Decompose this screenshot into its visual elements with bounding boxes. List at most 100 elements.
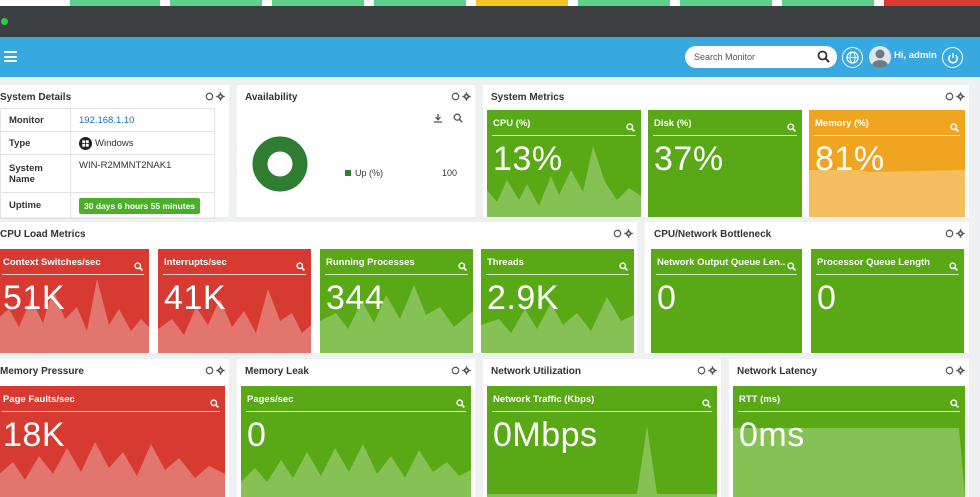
tile-value: 0 xyxy=(817,279,837,317)
gear-icon[interactable] xyxy=(956,92,965,101)
search-icon[interactable] xyxy=(817,50,830,68)
availability-panel: Availability Up (%) 100 xyxy=(237,85,475,217)
tile-divider xyxy=(653,135,797,136)
tile-value: 37% xyxy=(654,140,724,178)
tile-label: Network Traffic (Kbps) xyxy=(493,394,595,405)
tile-divider xyxy=(246,411,466,412)
panel-tools xyxy=(945,366,965,375)
hamburger-icon[interactable] xyxy=(4,51,17,62)
system-details-panel: System Details Monitor 192.168.1.10 Type… xyxy=(0,85,229,219)
interrupts-tile[interactable]: Interrupts/sec 41K xyxy=(158,249,311,353)
app-window: Hi, admin System Details Monitor 192.168… xyxy=(0,0,980,497)
memory-pressure-panel: Memory Pressure Page Faults/sec 18K xyxy=(0,359,229,497)
panel-title: Memory Leak xyxy=(245,366,309,377)
tile-value: 18K xyxy=(3,416,65,454)
tile-value: 0ms xyxy=(739,416,805,454)
status-dot xyxy=(1,18,8,25)
tile-label: Threads xyxy=(487,257,524,268)
refresh-icon[interactable] xyxy=(451,92,460,101)
network-output-queue-tile[interactable]: Network Output Queue Len... 0 xyxy=(651,249,802,353)
legend-value: 100 xyxy=(442,168,458,178)
windows-logo-icon xyxy=(79,136,92,150)
refresh-icon[interactable] xyxy=(451,366,460,375)
gear-icon[interactable] xyxy=(216,92,225,101)
user-greeting[interactable]: Hi, admin xyxy=(894,50,937,61)
tile-label: Disk (%) xyxy=(654,118,692,129)
tile-divider xyxy=(814,135,960,136)
search-monitor-box xyxy=(685,46,837,68)
refresh-icon[interactable] xyxy=(945,229,954,238)
row-key: Monitor xyxy=(0,108,71,132)
table-row: System Name WIN-R2MMNT2NAK1 xyxy=(0,154,215,193)
threads-tile[interactable]: Threads 2.9K xyxy=(481,249,634,353)
panel-tools xyxy=(945,229,965,238)
bottleneck-panel: CPU/Network Bottleneck Network Output Qu… xyxy=(645,222,969,353)
rtt-tile[interactable]: RTT (ms) 0ms xyxy=(733,386,965,497)
legend-label: Up (%) xyxy=(355,168,384,178)
table-row: Uptime 30 days 6 hours 55 minutes xyxy=(0,192,215,219)
tile-value: 344 xyxy=(326,279,385,317)
cpu-tile[interactable]: CPU (%) 13% xyxy=(487,110,641,217)
tile-value: 51K xyxy=(3,279,65,317)
tile-divider xyxy=(486,274,629,275)
table-row: Type Windows xyxy=(0,131,215,155)
row-value: 30 days 6 hours 55 minutes xyxy=(70,192,215,219)
row-key: Type xyxy=(0,131,71,155)
processor-queue-tile[interactable]: Processor Queue Length 0 xyxy=(811,249,964,353)
refresh-icon[interactable] xyxy=(205,366,214,375)
search-icon[interactable] xyxy=(453,113,463,123)
tile-label: Running Processes xyxy=(326,257,415,268)
panel-title: System Metrics xyxy=(491,92,565,103)
globe-icon[interactable] xyxy=(842,47,863,68)
dashboard-content: System Details Monitor 192.168.1.10 Type… xyxy=(0,77,980,497)
tile-divider xyxy=(492,135,636,136)
gear-icon[interactable] xyxy=(462,92,471,101)
gear-icon[interactable] xyxy=(956,229,965,238)
tile-value: 81% xyxy=(815,140,885,178)
refresh-icon[interactable] xyxy=(945,92,954,101)
search-monitor-input[interactable] xyxy=(694,49,812,65)
tile-label: Processor Queue Length xyxy=(817,257,930,268)
memory-leak-panel: Memory Leak Pages/sec 0 xyxy=(237,359,475,497)
gear-icon[interactable] xyxy=(462,366,471,375)
panel-tools xyxy=(451,366,471,375)
network-traffic-tile[interactable]: Network Traffic (Kbps) 0Mbps xyxy=(487,386,717,497)
monitor-ip[interactable]: 192.168.1.10 xyxy=(79,115,134,126)
tile-divider xyxy=(816,274,959,275)
panel-title: CPU Load Metrics xyxy=(0,229,86,240)
context-switches-tile[interactable]: Context Switches/sec 51K xyxy=(0,249,149,353)
panel-tools xyxy=(451,92,471,101)
disk-tile[interactable]: Disk (%) 37% xyxy=(648,110,802,217)
tile-value: 13% xyxy=(493,140,563,178)
tile-value: 0 xyxy=(657,279,677,317)
tile-divider xyxy=(325,274,468,275)
tile-value: 0Mbps xyxy=(493,416,598,454)
memory-tile[interactable]: Memory (%) 81% xyxy=(809,110,965,217)
page-faults-tile[interactable]: Page Faults/sec 18K xyxy=(0,386,225,497)
refresh-icon[interactable] xyxy=(945,366,954,375)
monitor-link[interactable]: 192.168.1.10 xyxy=(70,108,215,132)
tile-value: 41K xyxy=(164,279,226,317)
tile-label: CPU (%) xyxy=(493,118,531,129)
gear-icon[interactable] xyxy=(956,366,965,375)
network-latency-panel: Network Latency RTT (ms) 0ms xyxy=(729,359,969,497)
tile-divider xyxy=(2,411,220,412)
os-type: Windows xyxy=(95,137,134,149)
avatar[interactable] xyxy=(869,46,891,68)
running-processes-tile[interactable]: Running Processes 344 xyxy=(320,249,473,353)
power-icon[interactable] xyxy=(942,47,963,68)
gear-icon[interactable] xyxy=(216,366,225,375)
tile-divider xyxy=(163,274,306,275)
panel-title: Availability xyxy=(245,92,298,103)
pages-per-sec-tile[interactable]: Pages/sec 0 xyxy=(241,386,471,497)
gear-icon[interactable] xyxy=(708,366,717,375)
refresh-icon[interactable] xyxy=(205,92,214,101)
tile-divider xyxy=(2,274,144,275)
row-value: WIN-R2MMNT2NAK1 xyxy=(70,154,215,193)
gear-icon[interactable] xyxy=(624,229,633,238)
refresh-icon[interactable] xyxy=(613,229,622,238)
refresh-icon[interactable] xyxy=(697,366,706,375)
download-icon[interactable] xyxy=(433,113,443,123)
tile-label: Memory (%) xyxy=(815,118,869,129)
table-row: Monitor 192.168.1.10 xyxy=(0,108,215,132)
